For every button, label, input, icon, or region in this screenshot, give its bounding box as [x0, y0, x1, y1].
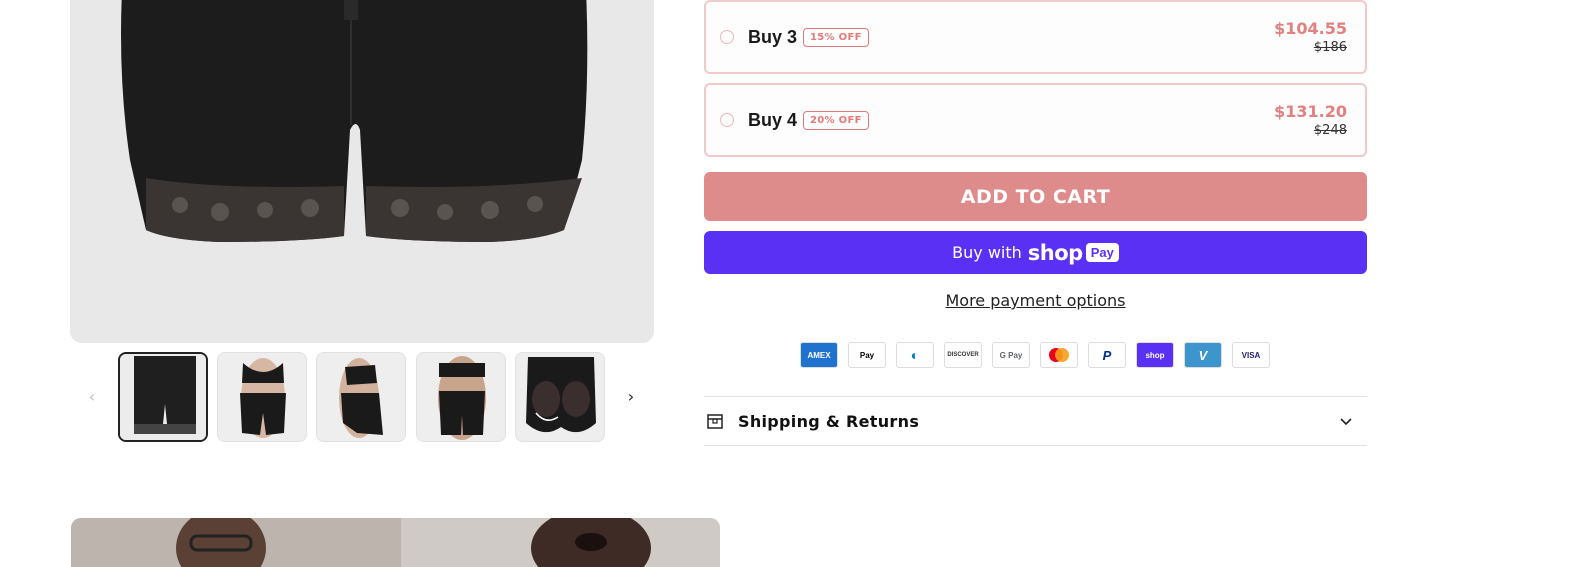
chevron-right-icon: ›: [627, 386, 635, 406]
payment-icon-label: G Pay: [999, 350, 1023, 360]
discount-badge: 20% OFF: [803, 110, 869, 130]
apple-pay-icon: Pay: [848, 342, 886, 368]
thumbnail-next-button[interactable]: ›: [621, 386, 641, 406]
offer-compare-price: $186: [1313, 40, 1347, 55]
offer-radio[interactable]: [720, 30, 734, 44]
thumbnail-model-front[interactable]: [217, 352, 307, 442]
diners-icon: ◐: [896, 342, 934, 368]
package-icon: [707, 414, 723, 429]
add-to-cart-button[interactable]: ADD TO CART: [704, 172, 1367, 221]
payment-icon-label: Pay: [859, 350, 875, 360]
offer-prices: $131.20 $248: [1274, 102, 1347, 138]
payment-icon-label: shop: [1145, 350, 1165, 360]
google-pay-icon: G Pay: [992, 342, 1030, 368]
product-main-image[interactable]: [70, 0, 654, 343]
accordion-title: Shipping & Returns: [738, 411, 920, 431]
chevron-down-icon: [1340, 418, 1352, 426]
payment-icon-label: AMEX: [807, 350, 831, 360]
payment-icon-label: ◐: [910, 347, 920, 363]
paypal-icon: P: [1088, 342, 1126, 368]
more-payment-options-link[interactable]: More payment options: [704, 291, 1367, 310]
offer-price: $131.20: [1274, 102, 1347, 121]
offer-compare-price: $248: [1313, 123, 1347, 138]
discount-badge: 15% OFF: [803, 27, 869, 47]
shipping-returns-accordion[interactable]: Shipping & Returns: [704, 396, 1367, 446]
shop-pay-button[interactable]: Buy with shop Pay: [704, 231, 1367, 274]
payment-icon-label: P: [1102, 347, 1112, 363]
payment-icons: AMEX Pay ◐ DISCOVER G Pay Pshop V VISA: [800, 342, 1270, 368]
mastercard-icon: [1040, 342, 1078, 368]
video-preview[interactable]: [71, 518, 720, 567]
amex-icon: AMEX: [800, 342, 838, 368]
offer-price: $104.55: [1274, 19, 1347, 38]
thumbnail-front-view[interactable]: [118, 352, 208, 442]
product-page: ‹ › Buy 3 15% OFF $104.55 $186 Buy 4 20%…: [0, 0, 1572, 567]
thumbnail-model-back[interactable]: [416, 352, 506, 442]
chevron-left-icon: ‹: [88, 386, 96, 406]
shop-pay-logo: shop: [1027, 240, 1083, 265]
visa-icon: VISA: [1232, 342, 1270, 368]
offer-buy-3[interactable]: Buy 3 15% OFF $104.55 $186: [704, 0, 1367, 74]
offer-label: Buy 4: [748, 109, 798, 130]
offer-label: Buy 3: [748, 26, 798, 47]
discover-icon: DISCOVER: [944, 342, 982, 368]
payment-icon-label: V: [1198, 347, 1208, 363]
offer-prices: $104.55 $186: [1274, 19, 1347, 55]
shop-pay-icon: shop: [1136, 342, 1174, 368]
thumbnail-butt-lift[interactable]: [515, 352, 605, 442]
pay-badge: Pay: [1085, 243, 1119, 262]
venmo-icon: V: [1184, 342, 1222, 368]
thumbnail-model-side[interactable]: [316, 352, 406, 442]
buy-with-label: Buy with: [952, 243, 1022, 262]
offer-radio[interactable]: [720, 113, 734, 127]
payment-icon-label: DISCOVER: [947, 352, 979, 358]
offer-buy-4[interactable]: Buy 4 20% OFF $131.20 $248: [704, 83, 1367, 157]
thumbnail-prev-button[interactable]: ‹: [82, 386, 102, 406]
payment-icon-label: VISA: [1241, 350, 1261, 360]
